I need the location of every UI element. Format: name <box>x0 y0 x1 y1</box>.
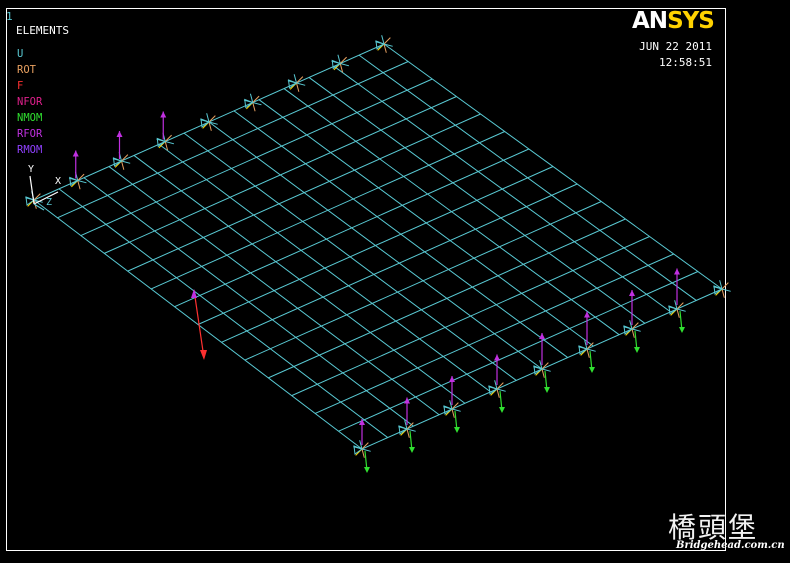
constraint-symbol <box>406 428 410 438</box>
constraint-symbol <box>451 408 455 418</box>
mesh-line <box>244 201 602 361</box>
mesh-scene <box>25 35 731 473</box>
legend-rmom: RMOM <box>17 144 43 156</box>
force-arrowhead <box>674 268 680 275</box>
force-arrowhead <box>539 333 545 339</box>
legend-rfor: RFOR <box>17 128 43 140</box>
moment-arrowhead <box>454 427 460 433</box>
moment-arrowhead <box>589 367 595 373</box>
mesh-line <box>57 61 409 219</box>
constraint-symbol <box>77 180 81 190</box>
force-arrowhead <box>404 397 410 404</box>
constraint-symbol <box>206 113 210 123</box>
mesh-line <box>150 131 505 290</box>
applied-force-arrowhead <box>191 289 197 298</box>
mesh-line <box>104 96 457 254</box>
constraint-symbol <box>121 160 131 164</box>
watermark-url: Bridgehead.com.cn <box>676 540 785 551</box>
mesh-line <box>174 148 530 308</box>
constraint-symbol <box>541 368 551 372</box>
legend-rot: ROT <box>17 64 36 76</box>
moment-arrowhead <box>679 327 685 333</box>
constraint-symbol <box>496 388 506 392</box>
applied-force-arrowhead <box>200 350 207 360</box>
constraint-symbol <box>721 288 731 292</box>
constraint-symbol <box>252 102 262 106</box>
ansys-logo: ANSYS <box>632 8 715 34</box>
constraint-symbol <box>586 348 590 358</box>
constraint-symbol <box>451 408 461 412</box>
constraint-symbol <box>541 368 545 378</box>
constraint-symbol <box>631 328 635 338</box>
plot-date: JUN 22 2011 <box>639 40 712 53</box>
triad-y-label: Y <box>28 164 35 175</box>
legend-nfor: NFOR <box>17 96 43 108</box>
mesh-line <box>314 253 674 414</box>
plot-time: 12:58:51 <box>659 56 712 69</box>
constraint-symbol <box>77 180 87 184</box>
constraint-symbol <box>631 328 641 332</box>
moment-arrowhead <box>499 407 505 413</box>
moment-arrowhead <box>364 467 370 473</box>
constraint-symbol <box>296 82 300 92</box>
moment-arrowhead <box>409 447 415 453</box>
constraint-symbol <box>721 288 725 298</box>
force-arrowhead <box>494 354 500 361</box>
constraint-symbol <box>121 160 125 170</box>
constraint-symbol <box>721 282 729 290</box>
force-arrowhead <box>449 376 455 382</box>
mesh-line <box>197 166 554 325</box>
constraint-symbol <box>293 74 297 84</box>
force-arrowhead <box>116 131 123 137</box>
mesh-line <box>127 113 481 272</box>
constraint-symbol <box>381 35 385 45</box>
constraint-symbol <box>296 82 306 86</box>
plot-title: ELEMENTS <box>16 24 69 37</box>
mesh-line <box>80 78 433 237</box>
constraint-symbol <box>165 141 175 145</box>
constraint-symbol <box>340 63 350 67</box>
mesh-line <box>221 183 578 343</box>
mesh-line <box>268 218 626 379</box>
triad-x-label: X <box>55 176 62 187</box>
legend-nmom: NMOM <box>17 112 43 124</box>
constraint-symbol <box>676 308 680 318</box>
constraint-symbol <box>496 388 500 398</box>
triad-z-label: Z <box>46 197 53 208</box>
force-arrowhead <box>72 150 79 157</box>
constraint-symbol <box>337 54 341 64</box>
constraint-symbol <box>406 428 416 432</box>
legend-u: U <box>17 48 24 60</box>
legend-f: F <box>17 80 24 92</box>
constraint-symbol <box>249 93 254 103</box>
force-arrowhead <box>160 111 167 118</box>
constraint-symbol <box>586 348 596 352</box>
mesh-line <box>291 236 650 397</box>
constraint-symbol <box>361 448 371 452</box>
constraint-symbol <box>252 102 256 112</box>
symbol-legend: U ROT F NFOR NMOM RFOR RMOM <box>17 46 42 158</box>
applied-force-arrow <box>193 289 205 359</box>
window-number: 1 <box>6 10 13 23</box>
force-arrowhead <box>629 290 635 296</box>
constraint-symbol <box>383 37 391 45</box>
moment-arrowhead <box>634 347 640 353</box>
moment-arrowhead <box>544 387 550 393</box>
constraint-symbol <box>676 308 686 312</box>
constraint-symbol <box>361 448 365 458</box>
